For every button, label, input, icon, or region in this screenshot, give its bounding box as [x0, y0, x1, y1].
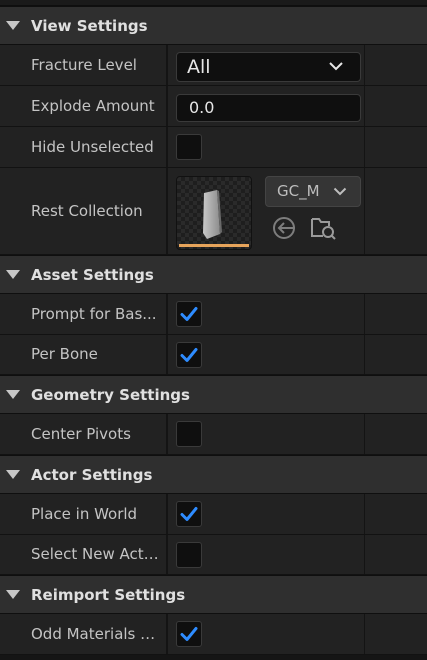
checkmark-icon: [180, 307, 198, 321]
column-divider-right: [364, 168, 365, 254]
column-divider-right: [364, 535, 365, 574]
column-divider-right: [364, 494, 365, 534]
column-divider-right: [364, 86, 365, 126]
hide-unselected-checkbox[interactable]: [176, 134, 202, 160]
select-new-actor-checkbox[interactable]: [176, 542, 202, 568]
column-divider[interactable]: [166, 414, 168, 454]
details-panel: View Settings Fracture Level All Explode…: [0, 0, 427, 660]
row-odd-materials: Odd Materials A...: [0, 614, 427, 655]
column-divider[interactable]: [166, 86, 168, 126]
asset-type-color-bar: [179, 244, 249, 247]
place-in-world-checkbox[interactable]: [176, 501, 202, 527]
dropdown-value: All: [187, 56, 211, 78]
row-fracture-level: Fracture Level All: [0, 45, 427, 86]
checkmark-icon: [180, 627, 198, 641]
column-divider[interactable]: [166, 45, 168, 85]
odd-materials-checkbox[interactable]: [176, 621, 202, 647]
chevron-down-icon: [333, 187, 347, 196]
rest-collection-label: Rest Collection: [31, 202, 143, 220]
row-center-pivots: Center Pivots: [0, 414, 427, 455]
section-asset-settings[interactable]: Asset Settings: [0, 255, 427, 294]
section-view-settings[interactable]: View Settings: [0, 6, 427, 45]
fracture-level-label: Fracture Level: [31, 56, 137, 74]
section-actor-settings[interactable]: Actor Settings: [0, 455, 427, 494]
input-value: 0.0: [189, 98, 215, 117]
collapse-arrow-icon[interactable]: [6, 21, 20, 30]
row-per-bone: Per Bone: [0, 335, 427, 375]
shard-mesh-icon: [203, 190, 222, 239]
folder-search-icon[interactable]: [309, 213, 337, 241]
select-new-actor-label: Select New Acto...: [31, 545, 159, 563]
column-divider-right: [364, 335, 365, 374]
section-title: View Settings: [31, 17, 148, 35]
column-divider[interactable]: [166, 614, 168, 654]
chevron-down-icon: [329, 62, 343, 71]
column-divider-right: [364, 614, 365, 654]
hide-unselected-label: Hide Unselected: [31, 138, 154, 156]
prompt-for-base-label: Prompt for Bas...: [31, 305, 157, 323]
column-divider-right: [364, 45, 365, 85]
arrow-left-circle-icon[interactable]: [270, 214, 298, 242]
section-title: Geometry Settings: [31, 386, 190, 404]
center-pivots-checkbox[interactable]: [176, 421, 202, 447]
column-divider-right: [364, 127, 365, 167]
row-rest-collection: Rest Collection GC_M: [0, 168, 427, 255]
collapse-arrow-icon[interactable]: [6, 270, 20, 279]
checkmark-icon: [180, 507, 198, 521]
column-divider[interactable]: [166, 294, 168, 334]
row-place-in-world: Place in World: [0, 494, 427, 535]
row-hide-unselected: Hide Unselected: [0, 127, 427, 168]
explode-amount-label: Explode Amount: [31, 97, 155, 115]
per-bone-label: Per Bone: [31, 345, 98, 363]
collapse-arrow-icon[interactable]: [6, 470, 20, 479]
asset-picker-combo[interactable]: GC_M: [265, 176, 361, 207]
place-in-world-label: Place in World: [31, 505, 138, 523]
asset-name: GC_M: [277, 182, 320, 200]
fracture-level-dropdown[interactable]: All: [176, 52, 361, 82]
odd-materials-label: Odd Materials A...: [31, 625, 159, 643]
column-divider[interactable]: [166, 494, 168, 534]
section-reimport-settings[interactable]: Reimport Settings: [0, 575, 427, 614]
prompt-for-base-checkbox[interactable]: [176, 301, 202, 327]
column-divider[interactable]: [166, 335, 168, 374]
column-divider-right: [364, 414, 365, 454]
section-title: Actor Settings: [31, 466, 153, 484]
section-title: Reimport Settings: [31, 586, 186, 604]
row-prompt-for-base: Prompt for Bas...: [0, 294, 427, 335]
section-title: Asset Settings: [31, 266, 154, 284]
column-divider[interactable]: [166, 535, 168, 574]
column-divider-right: [364, 294, 365, 334]
collapse-arrow-icon[interactable]: [6, 590, 20, 599]
column-divider[interactable]: [166, 127, 168, 167]
per-bone-checkbox[interactable]: [176, 342, 202, 368]
row-select-new-actor: Select New Acto...: [0, 535, 427, 575]
collapse-arrow-icon[interactable]: [6, 390, 20, 399]
row-explode-amount: Explode Amount 0.0: [0, 86, 427, 127]
center-pivots-label: Center Pivots: [31, 425, 131, 443]
explode-amount-input[interactable]: 0.0: [176, 94, 361, 122]
checkmark-icon: [180, 348, 198, 362]
section-geometry-settings[interactable]: Geometry Settings: [0, 375, 427, 414]
asset-thumbnail[interactable]: [176, 176, 252, 250]
column-divider[interactable]: [166, 168, 168, 254]
